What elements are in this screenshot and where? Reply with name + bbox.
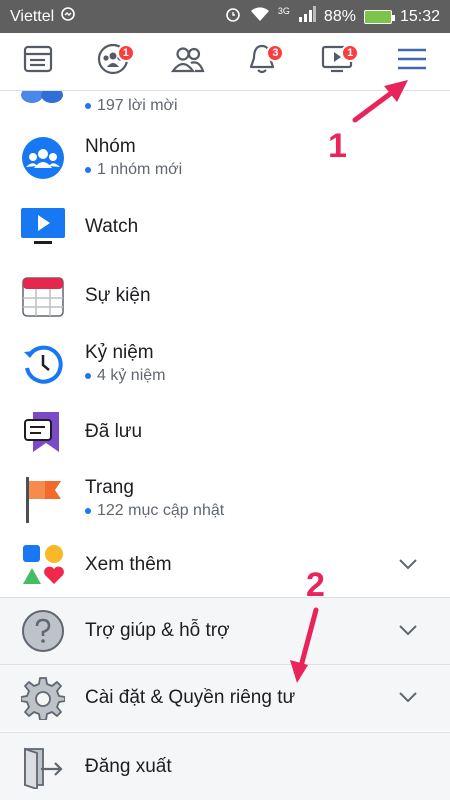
annotation-step-2: 2 [306,566,325,604]
annotation-step-1: 1 [328,127,347,165]
annotation-arrows [290,80,408,683]
